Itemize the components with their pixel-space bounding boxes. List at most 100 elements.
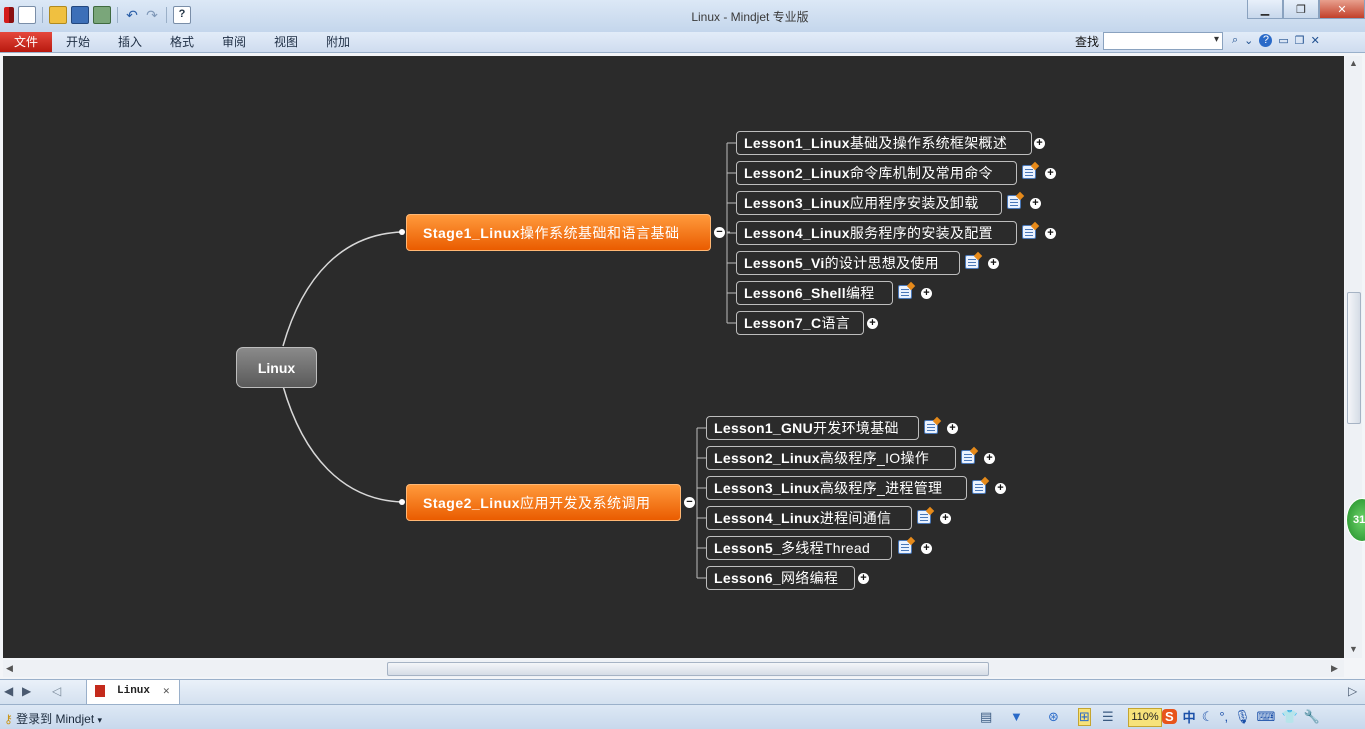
expand-icon[interactable]: + xyxy=(1034,138,1045,149)
tab-list-icon[interactable]: ◁ xyxy=(52,684,61,698)
tab-scroll-right-icon[interactable]: ▷ xyxy=(1348,684,1357,698)
scroll-left-icon[interactable]: ◀ xyxy=(6,663,13,674)
document-tab-label: Linux xyxy=(117,685,151,697)
expand-icon[interactable]: + xyxy=(947,423,958,434)
microphone-icon[interactable]: 🎙 xyxy=(1234,709,1251,725)
mini-close-icon[interactable]: ✕ xyxy=(1311,34,1320,47)
find-input[interactable] xyxy=(1103,32,1223,50)
tab-insert[interactable]: 插入 xyxy=(118,32,142,52)
punctuation-icon[interactable]: °, xyxy=(1219,709,1228,724)
expand-icon[interactable]: + xyxy=(867,318,878,329)
skin-icon[interactable]: 👕 xyxy=(1281,709,1297,725)
map-view-icon[interactable]: ⊞ xyxy=(1078,708,1091,726)
stage1-topic[interactable]: Stage1_Linux 操作系统基础和语言基础 xyxy=(406,214,711,251)
prev-tab-icon[interactable]: ◀ xyxy=(4,684,13,698)
s1-lesson3[interactable]: Lesson3_Linux 应用程序安装及卸载 xyxy=(736,191,1002,215)
map-canvas[interactable]: Linux Stage1_Linux 操作系统基础和语言基础 − Lesson1_… xyxy=(3,56,1344,658)
scroll-up-icon[interactable]: ▲ xyxy=(1349,58,1358,68)
expand-icon[interactable]: + xyxy=(921,288,932,299)
vertical-scrollbar[interactable]: ▲ ▼ xyxy=(1345,56,1362,658)
minimize-icon[interactable]: ▁ xyxy=(1247,0,1283,19)
expand-icon[interactable]: + xyxy=(1045,168,1056,179)
horizontal-scrollbar[interactable]: ◀ ▶ xyxy=(3,660,1344,677)
tab-format[interactable]: 格式 xyxy=(170,32,194,52)
window-title: Linux - Mindjet 专业版 xyxy=(691,10,809,24)
connector-lines xyxy=(282,142,736,579)
window-controls: ▁ ❐ ✕ xyxy=(1247,0,1365,19)
s2-lesson6[interactable]: Lesson6_ 网络编程 xyxy=(706,566,855,590)
login-link[interactable]: ⚷ 登录到 Mindjet ▾ xyxy=(4,710,102,727)
central-topic[interactable]: Linux xyxy=(236,347,317,388)
s2-lesson4[interactable]: Lesson4_Linux 进程间通信 xyxy=(706,506,912,530)
mini-minimize-icon[interactable]: ▭ xyxy=(1278,34,1288,47)
document-tab-strip: ◀ ▶ ◁ Linux ✕ ▷ xyxy=(0,679,1365,705)
map-area: Linux Stage1_Linux 操作系统基础和语言基础 − Lesson1_… xyxy=(0,53,1365,679)
tab-review[interactable]: 审阅 xyxy=(222,32,246,52)
expand-icon[interactable]: + xyxy=(940,513,951,524)
collapse-icon[interactable]: − xyxy=(684,497,695,508)
tools-icon[interactable]: 🔧 xyxy=(1304,709,1320,725)
s1-lesson1[interactable]: Lesson1_Linux 基础及操作系统框架概述 xyxy=(736,131,1032,155)
note-icon[interactable] xyxy=(917,510,931,524)
note-icon[interactable] xyxy=(961,450,975,464)
scroll-down-icon[interactable]: ▼ xyxy=(1349,644,1358,654)
tab-view[interactable]: 视图 xyxy=(274,32,298,52)
chevron-down-icon[interactable]: ⌄ xyxy=(1244,34,1253,47)
vertical-scroll-thumb[interactable] xyxy=(1347,292,1361,424)
close-icon[interactable]: ✕ xyxy=(1319,0,1365,19)
ime-mode-label[interactable]: 中 xyxy=(1183,707,1196,726)
note-icon[interactable] xyxy=(898,285,912,299)
login-label: 登录到 Mindjet xyxy=(16,712,95,726)
sogou-icon[interactable]: S xyxy=(1162,709,1177,724)
note-icon[interactable] xyxy=(1022,225,1036,239)
note-icon[interactable] xyxy=(924,420,938,434)
s1-lesson2[interactable]: Lesson2_Linux 命令库机制及常用命令 xyxy=(736,161,1017,185)
help-circle-icon[interactable]: ? xyxy=(1259,34,1273,47)
filter-icon[interactable]: ▼ xyxy=(1010,709,1023,724)
tab-file[interactable]: 文件 xyxy=(0,32,52,52)
tab-home[interactable]: 开始 xyxy=(66,32,90,52)
note-icon[interactable] xyxy=(898,540,912,554)
next-tab-icon[interactable]: ▶ xyxy=(22,684,31,698)
horizontal-scroll-thumb[interactable] xyxy=(387,662,989,676)
note-icon[interactable] xyxy=(1022,165,1036,179)
moon-icon[interactable]: ☾ xyxy=(1202,709,1214,725)
expand-icon[interactable]: + xyxy=(995,483,1006,494)
expand-icon[interactable]: + xyxy=(921,543,932,554)
note-icon[interactable] xyxy=(1007,195,1021,209)
expand-icon[interactable]: + xyxy=(858,573,869,584)
scroll-right-icon[interactable]: ▶ xyxy=(1331,663,1338,674)
focus-icon[interactable]: ⊛ xyxy=(1048,709,1059,725)
expand-icon[interactable]: + xyxy=(988,258,999,269)
find-label: 查找 xyxy=(1075,35,1100,49)
s2-lesson2[interactable]: Lesson2_Linux 高级程序_IO操作 xyxy=(706,446,956,470)
document-tab[interactable]: Linux ✕ xyxy=(86,680,180,705)
s1-lesson6[interactable]: Lesson6_Shell 编程 xyxy=(736,281,893,305)
expand-icon[interactable]: + xyxy=(1030,198,1041,209)
chevron-down-icon: ▾ xyxy=(97,715,103,725)
s1-lesson5[interactable]: Lesson5_Vi 的设计思想及使用 xyxy=(736,251,960,275)
s1-lesson4[interactable]: Lesson4_Linux 服务程序的安装及配置 xyxy=(736,221,1017,245)
s2-lesson1[interactable]: Lesson1_GNU 开发环境基础 xyxy=(706,416,919,440)
binoculars-icon[interactable]: ⌕ xyxy=(1232,34,1238,47)
s2-lesson3[interactable]: Lesson3_Linux 高级程序_进程管理 xyxy=(706,476,967,500)
mini-restore-icon[interactable]: ❐ xyxy=(1295,34,1305,47)
outline-view-icon[interactable]: ☰ xyxy=(1102,709,1114,725)
keyboard-icon[interactable]: ⌨ xyxy=(1257,709,1276,725)
collapse-icon[interactable]: − xyxy=(714,227,725,238)
note-icon[interactable] xyxy=(972,480,986,494)
tab-addins[interactable]: 附加 xyxy=(326,32,350,52)
note-icon[interactable] xyxy=(965,255,979,269)
expand-icon[interactable]: + xyxy=(1045,228,1056,239)
outline-icon[interactable]: ▤ xyxy=(980,709,992,725)
ribbon-right-icons: ⌕ ⌄ ? ▭ ❐ ✕ xyxy=(1232,34,1320,47)
stage2-prefix: Stage2_Linux xyxy=(423,494,521,511)
zoom-level[interactable]: 110% xyxy=(1128,708,1162,727)
stage2-topic[interactable]: Stage2_Linux 应用开发及系统调用 xyxy=(406,484,681,521)
s2-lesson5[interactable]: Lesson5_ 多线程Thread xyxy=(706,536,892,560)
s1-lesson7[interactable]: Lesson7_C 语言 xyxy=(736,311,864,335)
close-tab-icon[interactable]: ✕ xyxy=(163,684,170,698)
restore-icon[interactable]: ❐ xyxy=(1283,0,1319,19)
status-bar: ⚷ 登录到 Mindjet ▾ ▤ ▼ ⊛ ⊞ ☰ 110% S 中 ☾ °, … xyxy=(0,704,1365,729)
expand-icon[interactable]: + xyxy=(984,453,995,464)
